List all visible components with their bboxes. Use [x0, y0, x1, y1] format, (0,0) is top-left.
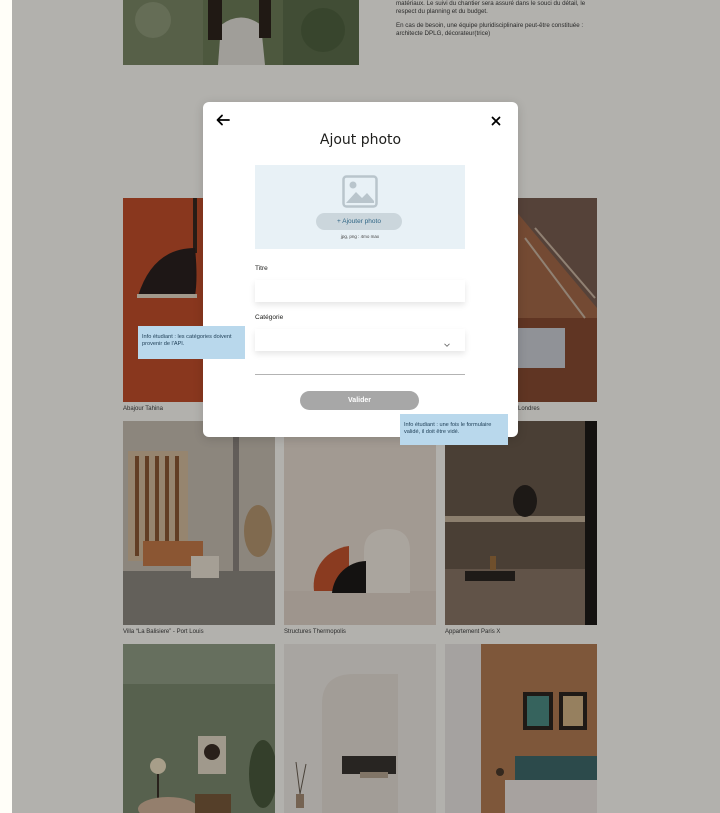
- image-placeholder-icon: [342, 175, 378, 208]
- student-note-categories: Info étudiant : les catégories doivent p…: [138, 326, 245, 359]
- title-input[interactable]: [255, 280, 465, 302]
- upload-hint: jpg, png : 4mo max: [340, 234, 380, 239]
- arrow-left-icon[interactable]: [216, 113, 230, 127]
- form-divider: [255, 374, 465, 375]
- category-select[interactable]: [255, 329, 465, 351]
- add-photo-button[interactable]: + Ajouter photo: [316, 213, 402, 230]
- submit-button[interactable]: Valider: [300, 391, 419, 410]
- category-label: Catégorie: [255, 314, 284, 321]
- title-label: Titre: [255, 265, 268, 272]
- close-icon[interactable]: [490, 114, 502, 126]
- chevron-down-icon: [443, 336, 451, 347]
- modal-title: Ajout photo: [319, 132, 402, 148]
- add-photo-modal: Ajout photo + Ajouter photo jpg, png : 4…: [203, 102, 518, 437]
- student-note-form-reset: Info étudiant : une fois le formulaire v…: [400, 414, 508, 445]
- photo-upload-zone[interactable]: + Ajouter photo jpg, png : 4mo max: [255, 165, 465, 249]
- left-margin-strip: [0, 0, 12, 813]
